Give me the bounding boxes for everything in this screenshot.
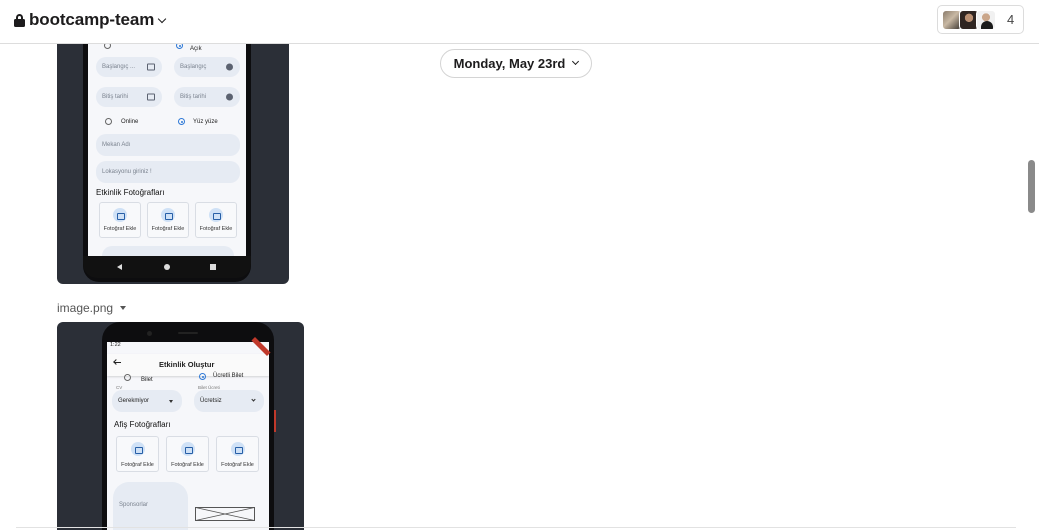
radio-label: Ücretli Bilet [213,373,244,379]
phone-side-button [274,410,276,432]
channel-name: bootcamp-team [29,10,155,29]
start-time-field[interactable]: Başlangıç [174,57,240,77]
add-photo-card[interactable]: Fotoğraf Ekle [147,202,189,238]
status-bar: 1:22 [107,342,269,350]
dropdown-caret-icon [169,400,173,403]
nav-back-icon[interactable] [117,264,122,270]
placeholder-image-icon [195,507,255,521]
clock-icon [226,63,233,71]
radio-label: Bilet [141,377,153,383]
radio-in-person[interactable] [178,118,185,125]
channel-name-button[interactable]: bootcamp-team [14,9,167,31]
radio-label: Online [121,119,139,125]
nav-recents-icon[interactable] [210,264,216,270]
attachment-filename[interactable]: image.png [57,300,127,316]
camera-icon [161,208,175,222]
phone-camera [147,331,152,336]
channel-header: bootcamp-team 4 [0,0,1039,44]
chevron-down-icon [572,57,580,66]
calendar-icon [147,93,155,101]
nav-home-icon[interactable] [164,264,170,270]
android-nav-bar [83,256,251,278]
back-arrow-icon-head [113,359,119,365]
add-photo-card[interactable]: Fotoğraf Ekle [216,436,259,472]
phone-frame: Açık Başlangıç ... Başlangıç Bitiş tarih… [83,44,251,282]
lock-icon [14,14,25,27]
add-photo-card[interactable]: Fotoğraf Ekle [166,436,209,472]
caret-down-icon [120,306,127,310]
end-time-field[interactable]: Bitiş tarihi [174,87,240,107]
start-date-field[interactable]: Başlangıç ... [96,57,162,77]
add-photo-card[interactable]: Fotoğraf Ekle [116,436,159,472]
photos-heading: Etkinlik Fotoğrafları [96,188,165,197]
bottom-field [102,246,234,256]
phone-screen: 1:22 Etkinlik Oluştur Bilet Ücretli Bile… [107,342,269,530]
camera-icon [209,208,223,222]
member-count: 4 [1007,12,1015,27]
poster-heading: Afiş Fotoğrafları [114,420,171,429]
sponsors-card[interactable]: Sponsorlar [113,482,188,530]
end-date-field[interactable]: Bitiş tarihi [96,87,162,107]
radio-button[interactable] [199,373,206,380]
members-button[interactable]: 4 [937,5,1024,34]
camera-icon [230,442,245,456]
phone-screen: Açık Başlangıç ... Başlangıç Bitiş tarih… [88,44,246,256]
radio-button[interactable] [104,44,111,49]
app-bar: Etkinlik Oluştur [107,354,269,376]
camera-icon [113,208,127,222]
ticket-fee-dropdown[interactable]: Ücretsiz [194,390,264,412]
calendar-icon [147,63,155,71]
chevron-down-icon [251,397,256,402]
phone-speaker [178,332,198,334]
chevron-down-icon [158,14,167,23]
image-attachment-1[interactable]: Açık Başlangıç ... Başlangıç Bitiş tarih… [57,44,289,284]
venue-input[interactable]: Mekan Adı [96,134,240,156]
image-attachment-2[interactable]: 1:22 Etkinlik Oluştur Bilet Ücretli Bile… [57,322,304,530]
radio-online[interactable] [105,118,112,125]
day-divider-button[interactable]: Monday, May 23rd [440,49,592,78]
clock-icon [226,93,233,101]
radio-label: Açık [190,46,202,52]
screen-title: Etkinlik Oluştur [159,360,215,369]
location-input[interactable]: Lokasyonu giriniz ! [96,161,240,183]
add-photo-card[interactable]: Fotoğraf Ekle [99,202,141,238]
radio-label: Yüz yüze [193,119,218,125]
radio-button[interactable] [176,44,183,49]
add-photo-card[interactable]: Fotoğraf Ekle [195,202,237,238]
camera-icon [130,442,145,456]
radio-button[interactable] [124,374,131,381]
phone-frame: 1:22 Etkinlik Oluştur Bilet Ücretli Bile… [102,322,276,530]
camera-icon [180,442,195,456]
member-avatar [976,9,996,30]
scrollbar-thumb[interactable] [1028,160,1035,213]
cv-dropdown[interactable]: Gerekmiyor [112,390,182,412]
status-time: 1:22 [110,342,121,348]
composer-divider [16,527,1016,528]
